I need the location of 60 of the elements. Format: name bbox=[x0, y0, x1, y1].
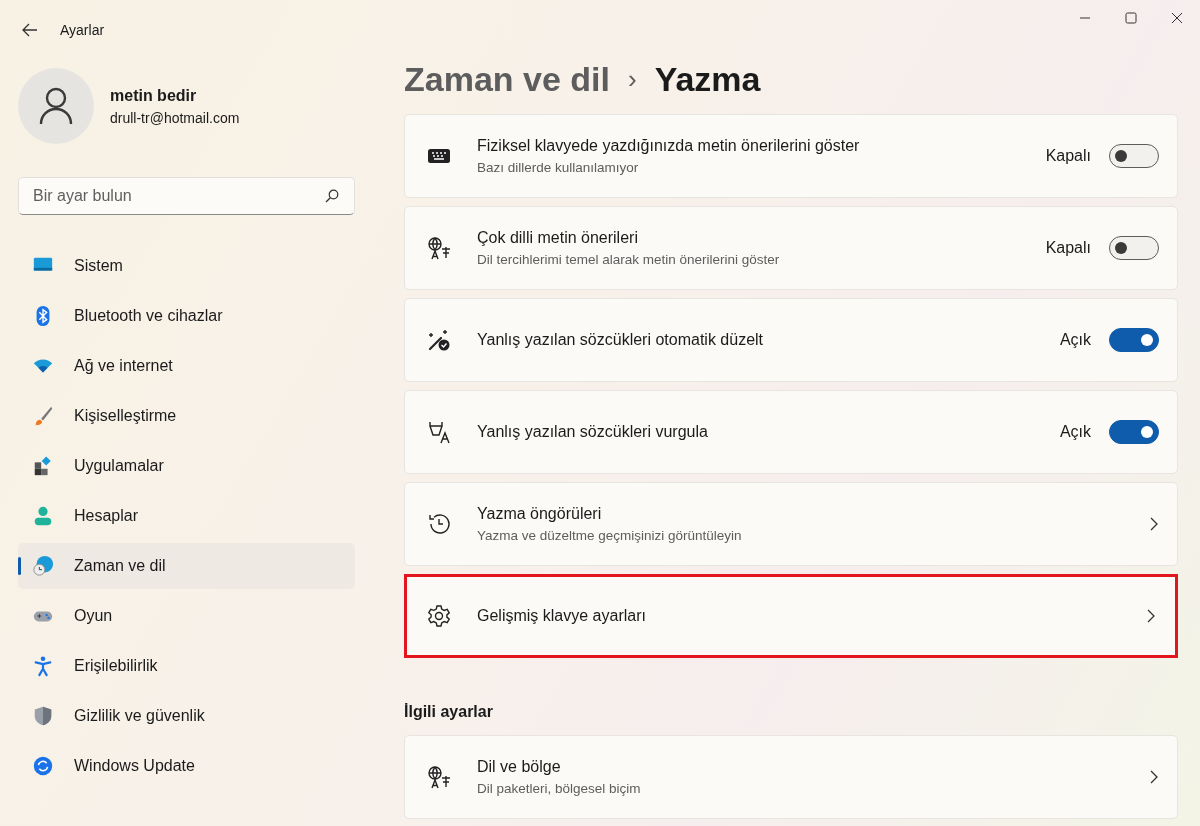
sidebar-item[interactable]: Windows Update bbox=[18, 743, 355, 789]
toggle-state-label: Açık bbox=[1059, 330, 1091, 350]
close-icon[interactable] bbox=[1171, 12, 1183, 24]
sidebar-item[interactable]: Gizlilik ve güvenlik bbox=[18, 693, 355, 739]
sidebar-item[interactable]: Oyun bbox=[18, 593, 355, 639]
toggle-switch[interactable] bbox=[1109, 420, 1159, 444]
highlighter-icon bbox=[427, 420, 451, 444]
setting-card[interactable]: Dil ve bölge Dil paketleri, bölgesel biçim bbox=[404, 735, 1178, 819]
toggle-switch[interactable] bbox=[1109, 236, 1159, 260]
user-name: metin bedir bbox=[110, 85, 198, 106]
gear-icon bbox=[427, 604, 451, 628]
setting-description: Dil paketleri, bölgesel biçim bbox=[477, 779, 642, 798]
setting-title: Dil ve bölge bbox=[477, 756, 562, 777]
wand-check-icon bbox=[427, 328, 451, 352]
chevron-right-icon bbox=[1149, 516, 1159, 532]
back-arrow-icon[interactable] bbox=[22, 23, 38, 37]
setting-title: Yanlış yazılan sözcükleri otomatik düzelt bbox=[477, 330, 765, 350]
chevron-right-icon bbox=[1149, 769, 1159, 785]
globe-clock-icon bbox=[32, 555, 54, 577]
sidebar-item[interactable]: Bluetooth ve cihazlar bbox=[18, 293, 355, 339]
toggle-switch[interactable] bbox=[1109, 144, 1159, 168]
window-title: Ayarlar bbox=[60, 20, 105, 40]
toggle-state-label: Kapalı bbox=[1045, 238, 1091, 258]
setting-title: Yanlış yazılan sözcükleri vurgula bbox=[477, 422, 709, 442]
setting-title: Çok dilli metin önerileri bbox=[477, 227, 639, 248]
toggle-state-label: Kapalı bbox=[1045, 146, 1091, 166]
sidebar-item[interactable]: Ağ ve internet bbox=[18, 343, 355, 389]
shield-icon bbox=[32, 705, 54, 727]
language-icon bbox=[427, 236, 451, 260]
chevron-right-icon bbox=[1146, 608, 1156, 624]
breadcrumb-separator: › bbox=[627, 62, 637, 96]
page-title: Yazma bbox=[654, 58, 761, 100]
sidebar-item[interactable]: Sistem bbox=[18, 243, 355, 289]
setting-description: Dil tercihlerimi temel alarak metin önerilerini göster bbox=[477, 250, 781, 269]
breadcrumb-parent[interactable]: Zaman ve dil bbox=[404, 53, 610, 105]
sidebar-item[interactable]: Erişilebilirlik bbox=[18, 643, 355, 689]
setting-card[interactable]: Gelişmiş klavye ayarları bbox=[404, 574, 1178, 658]
sidebar-item[interactable]: Kişiselleştirme bbox=[18, 393, 355, 439]
user-email: drull-tr@hotmail.com bbox=[110, 108, 240, 128]
setting-title: Yazma öngörüleri bbox=[477, 503, 603, 524]
sidebar-item[interactable]: Uygulamalar bbox=[18, 443, 355, 489]
sidebar-item[interactable]: Hesaplar bbox=[18, 493, 355, 539]
sidebar-item[interactable]: Zaman ve dil bbox=[18, 543, 355, 589]
section-heading: İlgili ayarlar bbox=[404, 702, 494, 722]
maximize-icon[interactable] bbox=[1125, 12, 1137, 24]
toggle-switch[interactable] bbox=[1109, 328, 1159, 352]
language-icon bbox=[427, 765, 451, 789]
search-icon[interactable] bbox=[325, 189, 339, 203]
setting-description: Bazı dillerde kullanılamıyor bbox=[477, 158, 640, 177]
toggle-state-label: Açık bbox=[1059, 422, 1091, 442]
sync-icon bbox=[32, 755, 54, 777]
setting-title: Fiziksel klavyede yazdığınızda metin önerilerini göster bbox=[477, 135, 861, 156]
setting-description: Yazma ve düzeltme geçmişinizi görüntüleyin bbox=[477, 526, 743, 545]
person-icon bbox=[32, 505, 54, 527]
setting-title: Gelişmiş klavye ayarları bbox=[477, 606, 647, 626]
search-field[interactable]: Bir ayar bulun bbox=[18, 177, 355, 215]
person-icon bbox=[39, 87, 73, 125]
history-icon bbox=[427, 512, 451, 536]
setting-card[interactable]: Yazma öngörüleri Yazma ve düzeltme geçmişinizi görüntüleyin bbox=[404, 482, 1178, 566]
accessibility-icon bbox=[32, 655, 54, 677]
